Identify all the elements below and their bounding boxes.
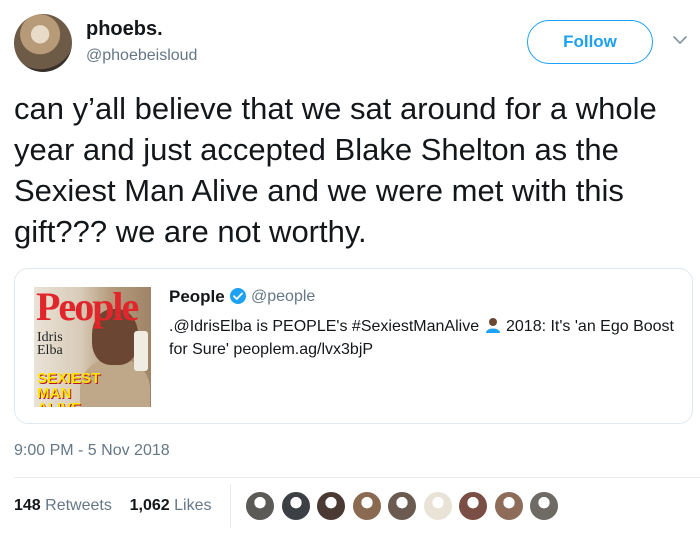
verified-badge-icon [230, 288, 246, 304]
liker-avatar[interactable] [493, 491, 524, 521]
cover-person-name: Idris Elba [37, 330, 63, 358]
cover-masthead: People [36, 287, 139, 329]
cover-badge [134, 331, 148, 371]
tweet-timestamp[interactable]: 9:00 PM - 5 Nov 2018 [14, 442, 170, 460]
liker-avatar[interactable] [422, 491, 453, 521]
liker-avatar[interactable] [529, 491, 559, 521]
retweets-count: 148 [14, 497, 41, 514]
retweets-label: Retweets [45, 497, 112, 514]
quoted-tweet-text: .@IdrisElba is PEOPLE's #SexiestManAlive… [169, 315, 679, 361]
liker-avatar[interactable] [387, 491, 417, 521]
cover-headline: SEXIEST MAN ALIVE [37, 370, 101, 407]
author-handle[interactable]: @phoebeisloud [86, 47, 197, 65]
tweet-text: can y’all believe that we sat around for… [14, 91, 657, 249]
chevron-down-icon[interactable] [672, 32, 688, 48]
likes-count: 1,062 [129, 497, 170, 514]
author-name[interactable]: phoebs. [86, 18, 163, 41]
liker-avatar[interactable] [316, 491, 346, 521]
quoted-text-part-1: .@IdrisElba is PEOPLE's #SexiestManAlive [169, 318, 480, 335]
quoted-author-handle[interactable]: @people [251, 288, 315, 306]
likes-stat[interactable]: 1,062 Likes [130, 497, 212, 514]
divider [14, 477, 700, 478]
retweets-stat[interactable]: 148 Retweets [14, 497, 112, 514]
quoted-author-name[interactable]: People [169, 287, 225, 307]
follow-button[interactable]: Follow [527, 20, 653, 64]
author-avatar[interactable] [14, 14, 72, 72]
liker-avatar[interactable] [245, 491, 275, 521]
tweet-stats: 148 Retweets 1,062 Likes [14, 497, 212, 515]
liker-avatar[interactable] [351, 491, 382, 521]
stats-divider [230, 484, 231, 528]
magazine-cover-image[interactable]: People Idris Elba SEXIEST MAN ALIVE [34, 287, 151, 407]
tweet-header: phoebs. @phoebeisloud Follow [0, 0, 700, 90]
likes-label: Likes [174, 497, 212, 514]
liker-avatar[interactable] [458, 491, 488, 521]
quoted-tweet[interactable]: People Idris Elba SEXIEST MAN ALIVE Peop… [14, 268, 693, 424]
liker-avatar[interactable] [280, 491, 311, 521]
man-emoji-icon [485, 318, 500, 333]
